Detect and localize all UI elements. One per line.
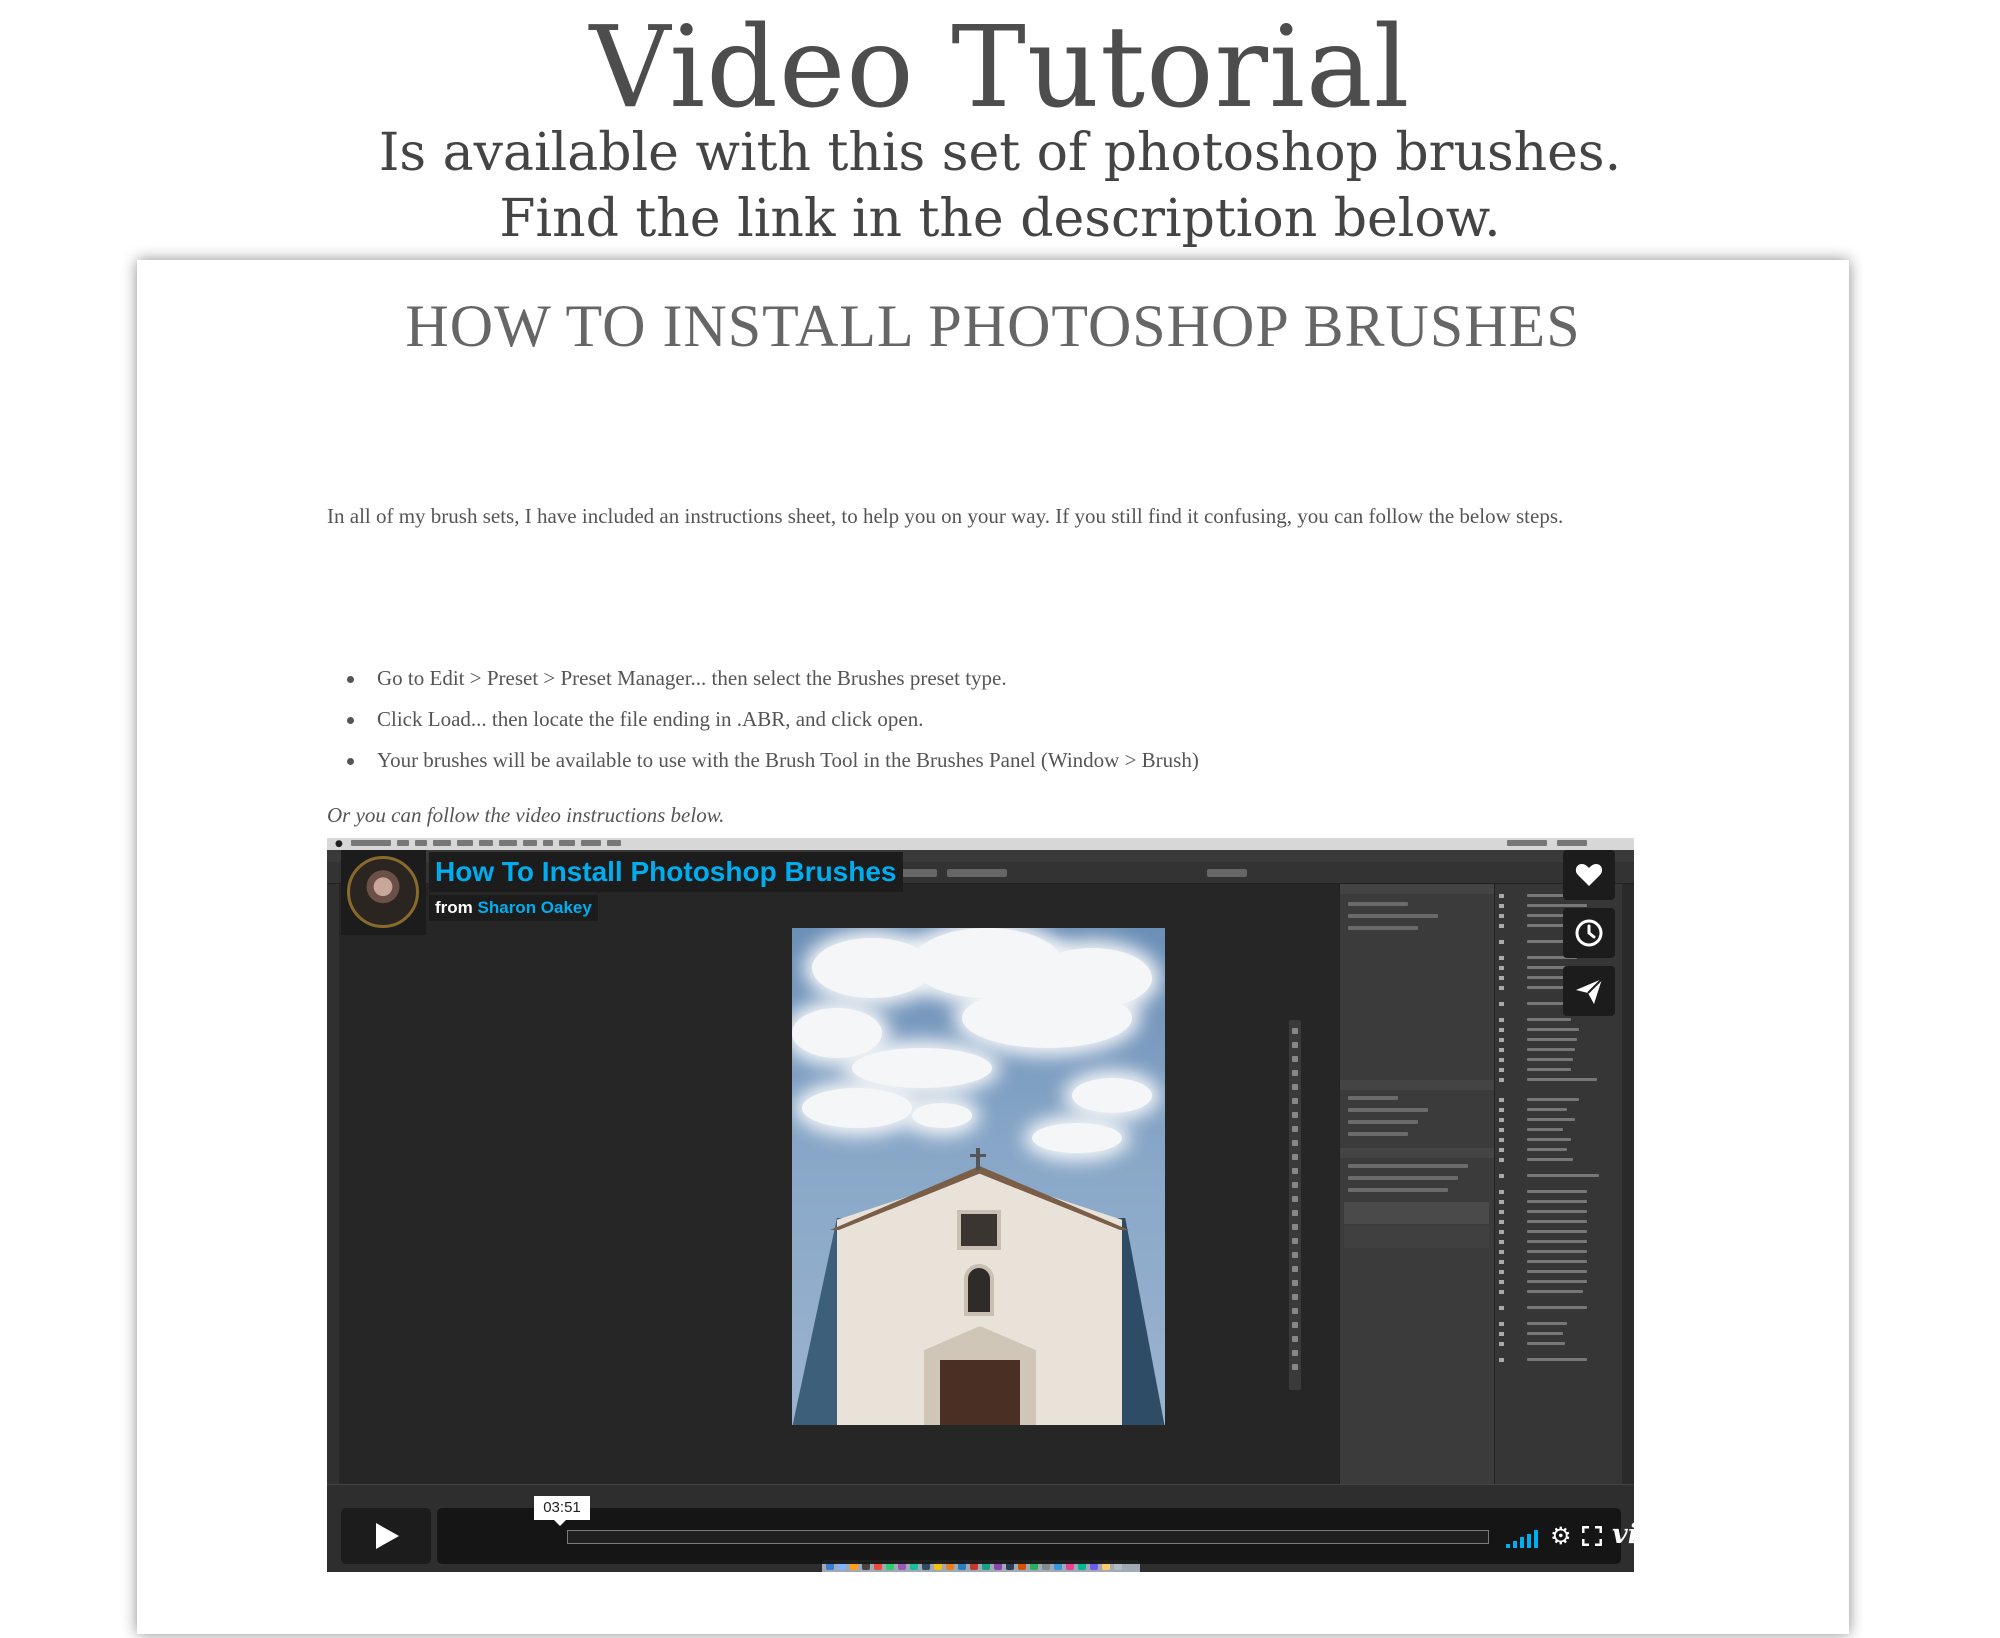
like-button[interactable] — [1563, 850, 1615, 900]
video-title-link[interactable]: How To Install Photoshop Brushes — [429, 852, 903, 892]
volume-bar — [1534, 1530, 1538, 1548]
heart-icon — [1575, 864, 1603, 886]
settings-gear-icon[interactable]: ⚙ — [1550, 1524, 1572, 1548]
volume-bar — [1506, 1544, 1510, 1548]
fullscreen-icon[interactable] — [1582, 1526, 1602, 1546]
vimeo-logo[interactable]: vimeo — [1612, 1520, 1634, 1550]
video-frame-menubar: ● — [327, 838, 1634, 850]
volume-bar — [1520, 1537, 1524, 1548]
intro-paragraph: In all of my brush sets, I have included… — [327, 504, 1564, 528]
instructions-card: HOW TO INSTALL PHOTOSHOP BRUSHES In all … — [137, 260, 1849, 1634]
banner-subtitle-line-2: Find the link in the description below. — [499, 189, 1501, 249]
video-frame-properties-panels — [1339, 884, 1494, 1484]
volume-bar — [1513, 1540, 1517, 1548]
step-item: Go to Edit > Preset > Preset Manager... … — [347, 660, 1647, 701]
video-frame-tools-panel — [1289, 1020, 1301, 1390]
volume-bar — [1527, 1533, 1531, 1548]
church-cross — [976, 1148, 980, 1170]
time-indicator: 03:51 — [534, 1496, 590, 1526]
banner-subtitle-line-1: Is available with this set of photoshop … — [378, 123, 1622, 183]
control-bar: 03:51 ⚙ vimeo — [437, 1496, 1634, 1564]
clock-icon — [1575, 919, 1603, 947]
author-avatar[interactable] — [341, 850, 426, 935]
video-hint-text: Or you can follow the video instructions… — [327, 803, 725, 827]
steps-list: Go to Edit > Preset > Preset Manager... … — [347, 660, 1647, 783]
card-title: HOW TO INSTALL PHOTOSHOP BRUSHES — [405, 293, 1581, 359]
progress-bar[interactable] — [567, 1530, 1489, 1544]
volume-control[interactable] — [1506, 1530, 1540, 1548]
step-item: Your brushes will be available to use wi… — [347, 742, 1647, 783]
video-frame-left-strip — [327, 884, 339, 1484]
banner-title: Video Tutorial — [589, 3, 1411, 133]
player-controls: 03:51 ⚙ vimeo — [341, 1496, 1634, 1564]
author-link[interactable]: Sharon Oakey — [478, 898, 592, 917]
step-item: Click Load... then locate the file endin… — [347, 701, 1647, 742]
share-button[interactable] — [1563, 966, 1615, 1016]
play-icon — [376, 1523, 399, 1549]
church-niche — [964, 1264, 994, 1316]
byline-from-label: from — [435, 898, 473, 917]
paper-plane-icon — [1576, 978, 1603, 1004]
avatar-image — [347, 856, 419, 928]
church-photo — [792, 928, 1165, 1425]
watch-later-button[interactable] — [1563, 908, 1615, 958]
video-byline: from Sharon Oakey — [429, 895, 598, 921]
church-window — [957, 1210, 1001, 1250]
play-button[interactable] — [341, 1508, 431, 1564]
video-player[interactable]: ● How To Install Photoshop Brushes from … — [327, 838, 1634, 1572]
church-door — [940, 1360, 1020, 1425]
